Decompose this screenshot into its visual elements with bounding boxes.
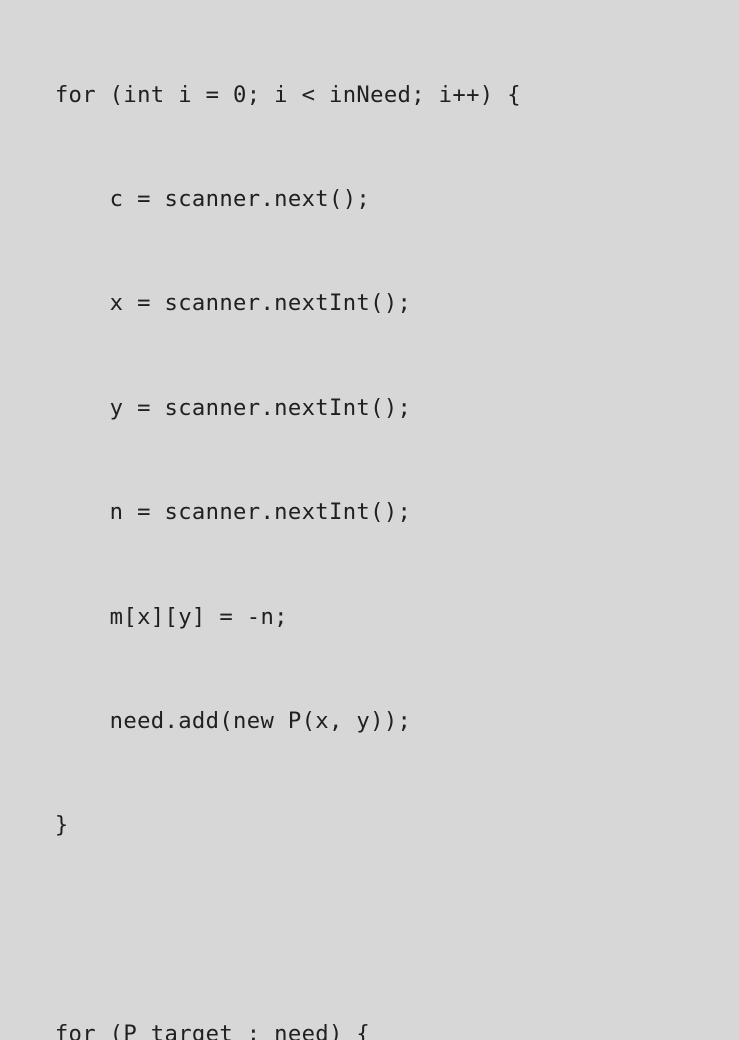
- code-line-text: }: [0, 812, 69, 839]
- code-line: for (int i = 0; i < inNeed; i++) {: [0, 78, 739, 113]
- code-line-text: for (int i = 0; i < inNeed; i++) {: [0, 81, 521, 108]
- code-line-blank: [0, 913, 739, 948]
- code-line-text: x = scanner.nextInt();: [0, 290, 412, 317]
- code-line: n = scanner.nextInt();: [0, 495, 739, 530]
- code-line: }: [0, 808, 739, 843]
- code-line: y = scanner.nextInt();: [0, 391, 739, 426]
- code-snippet-block: for (int i = 0; i < inNeed; i++) { c = s…: [0, 0, 739, 1040]
- code-line: x = scanner.nextInt();: [0, 286, 739, 321]
- code-line-list: for (int i = 0; i < inNeed; i++) { c = s…: [0, 8, 739, 1040]
- code-line-text: y = scanner.nextInt();: [0, 394, 412, 421]
- code-line-text: c = scanner.next();: [0, 185, 371, 212]
- code-line: for (P target : need) {: [0, 1017, 739, 1040]
- code-line: need.add(new P(x, y));: [0, 704, 739, 739]
- code-line: c = scanner.next();: [0, 182, 739, 217]
- code-line: m[x][y] = -n;: [0, 600, 739, 635]
- code-line-text: need.add(new P(x, y));: [0, 707, 412, 734]
- code-line-text: n = scanner.nextInt();: [0, 499, 412, 526]
- code-line-text: m[x][y] = -n;: [0, 603, 288, 630]
- code-line-text: for (P target : need) {: [0, 1021, 371, 1040]
